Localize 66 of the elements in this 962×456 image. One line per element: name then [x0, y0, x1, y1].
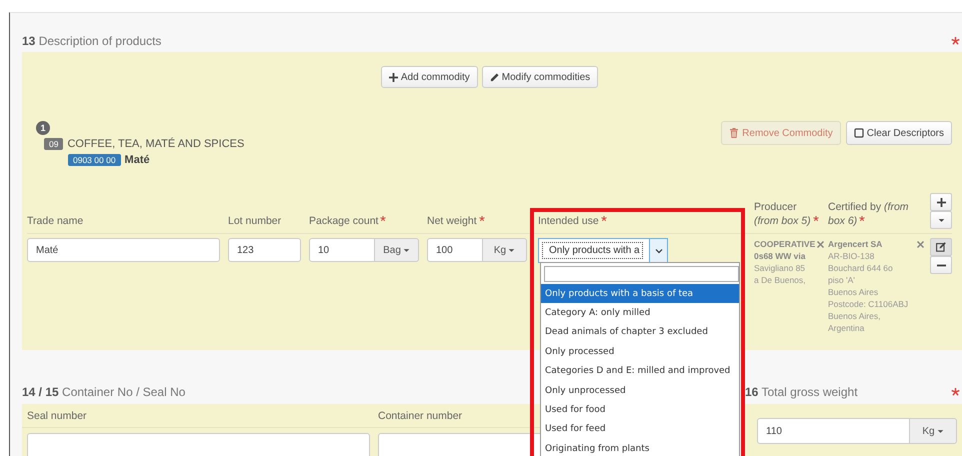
column-header: Net weight	[427, 214, 527, 228]
clear-descriptors-button[interactable]: Clear Descriptors	[846, 121, 952, 145]
dropdown-option[interactable]: Category A: only milled	[541, 303, 739, 323]
package-unit-dropdown[interactable]: Bag	[375, 238, 419, 262]
certifier-address-line: piso 'A'	[828, 274, 856, 286]
dropdown-option[interactable]: Dead animals of chapter 3 excluded	[541, 322, 739, 342]
cn-code-badge: 0903 00 00	[68, 154, 121, 166]
weight-unit-dropdown[interactable]: Kg	[910, 418, 957, 444]
certifier-address-line: Buenos Aires,	[828, 310, 882, 322]
caret-icon	[508, 246, 516, 254]
edit-row-button[interactable]	[930, 238, 952, 256]
column-header: Certified by (from box 6)	[828, 200, 910, 228]
chapter-name: COFFEE, TEA, MATÉ AND SPICES	[67, 138, 244, 150]
commodity-name: Maté	[124, 154, 150, 166]
dropdown-option[interactable]: Only products with a basis of tea	[541, 284, 739, 304]
section-title: 14 / 15 Container No / Seal No	[22, 385, 186, 399]
edit-icon	[936, 242, 946, 252]
column-header: Trade name	[27, 214, 84, 228]
square-icon	[854, 128, 864, 138]
column-header: Intended use	[538, 214, 748, 228]
trade-name-field[interactable]: Maté	[27, 238, 220, 262]
net-weight-field[interactable]: 100	[427, 238, 483, 262]
column-header: Container number	[378, 410, 464, 422]
certifier-address-line: AR-BIO-138	[828, 250, 876, 262]
package-count-field[interactable]: 10	[309, 238, 375, 262]
commodity-number-badge: 1	[36, 121, 50, 135]
producer-address-line: a De Buenos,	[754, 274, 807, 286]
certifier-address-line: Argentina	[828, 322, 866, 334]
certifier-address-line: Bouchard 644 6o	[828, 262, 894, 274]
column-header: Lot number	[228, 214, 282, 228]
weight-unit-dropdown[interactable]: Kg	[483, 238, 527, 262]
certifier-name: Argencert SA	[828, 238, 884, 250]
dropdown-option[interactable]: Used for feed	[541, 420, 739, 440]
add-commodity-button[interactable]: Add commodity	[380, 66, 478, 88]
caret-icon	[938, 216, 944, 224]
column-header: Seal number	[27, 410, 88, 422]
dropdown-option[interactable]: Only unprocessed	[541, 380, 739, 400]
remove-row-button[interactable]	[930, 256, 952, 274]
intended-use-select[interactable]: Only products with a	[538, 238, 668, 263]
section-title: 16 Total gross weight	[745, 385, 858, 399]
certifier-address-line: Postcode: C1106ABJ	[828, 298, 908, 310]
dropdown-option[interactable]: Originating from plants	[541, 439, 739, 456]
plus-icon	[388, 72, 398, 82]
dropdown-search-field[interactable]	[544, 266, 739, 282]
trash-icon	[729, 128, 740, 138]
producer-name: COOPERATIVE0s68 WW via	[754, 238, 816, 262]
column-header: Producer (from box 5)	[754, 200, 824, 228]
plus-icon	[936, 198, 946, 206]
column-header: Package count	[309, 214, 419, 228]
modify-commodities-button[interactable]: Modify commodities	[482, 66, 598, 88]
add-row-button[interactable]	[930, 193, 952, 211]
seal-number-field[interactable]	[27, 433, 370, 456]
producer-address-line: Savigliano 85	[754, 262, 806, 274]
chapter-code-badge: 09	[44, 138, 64, 150]
dropdown-option[interactable]: Categories D and E: milled and improved	[541, 362, 739, 381]
caret-icon	[402, 246, 410, 254]
dropdown-option[interactable]: Used for food	[541, 400, 739, 420]
caret-icon	[936, 428, 944, 434]
lot-number-field[interactable]: 123	[228, 238, 301, 262]
remove-icon[interactable]	[917, 241, 924, 248]
dropdown-option[interactable]: Only processed	[541, 342, 739, 362]
section-title: 13 Description of products	[22, 34, 162, 48]
certifier-address-line: Buenos Aires	[828, 286, 880, 298]
remove-icon[interactable]	[817, 241, 824, 248]
gross-weight-field[interactable]: 110	[757, 418, 910, 444]
pencil-icon	[490, 72, 499, 82]
